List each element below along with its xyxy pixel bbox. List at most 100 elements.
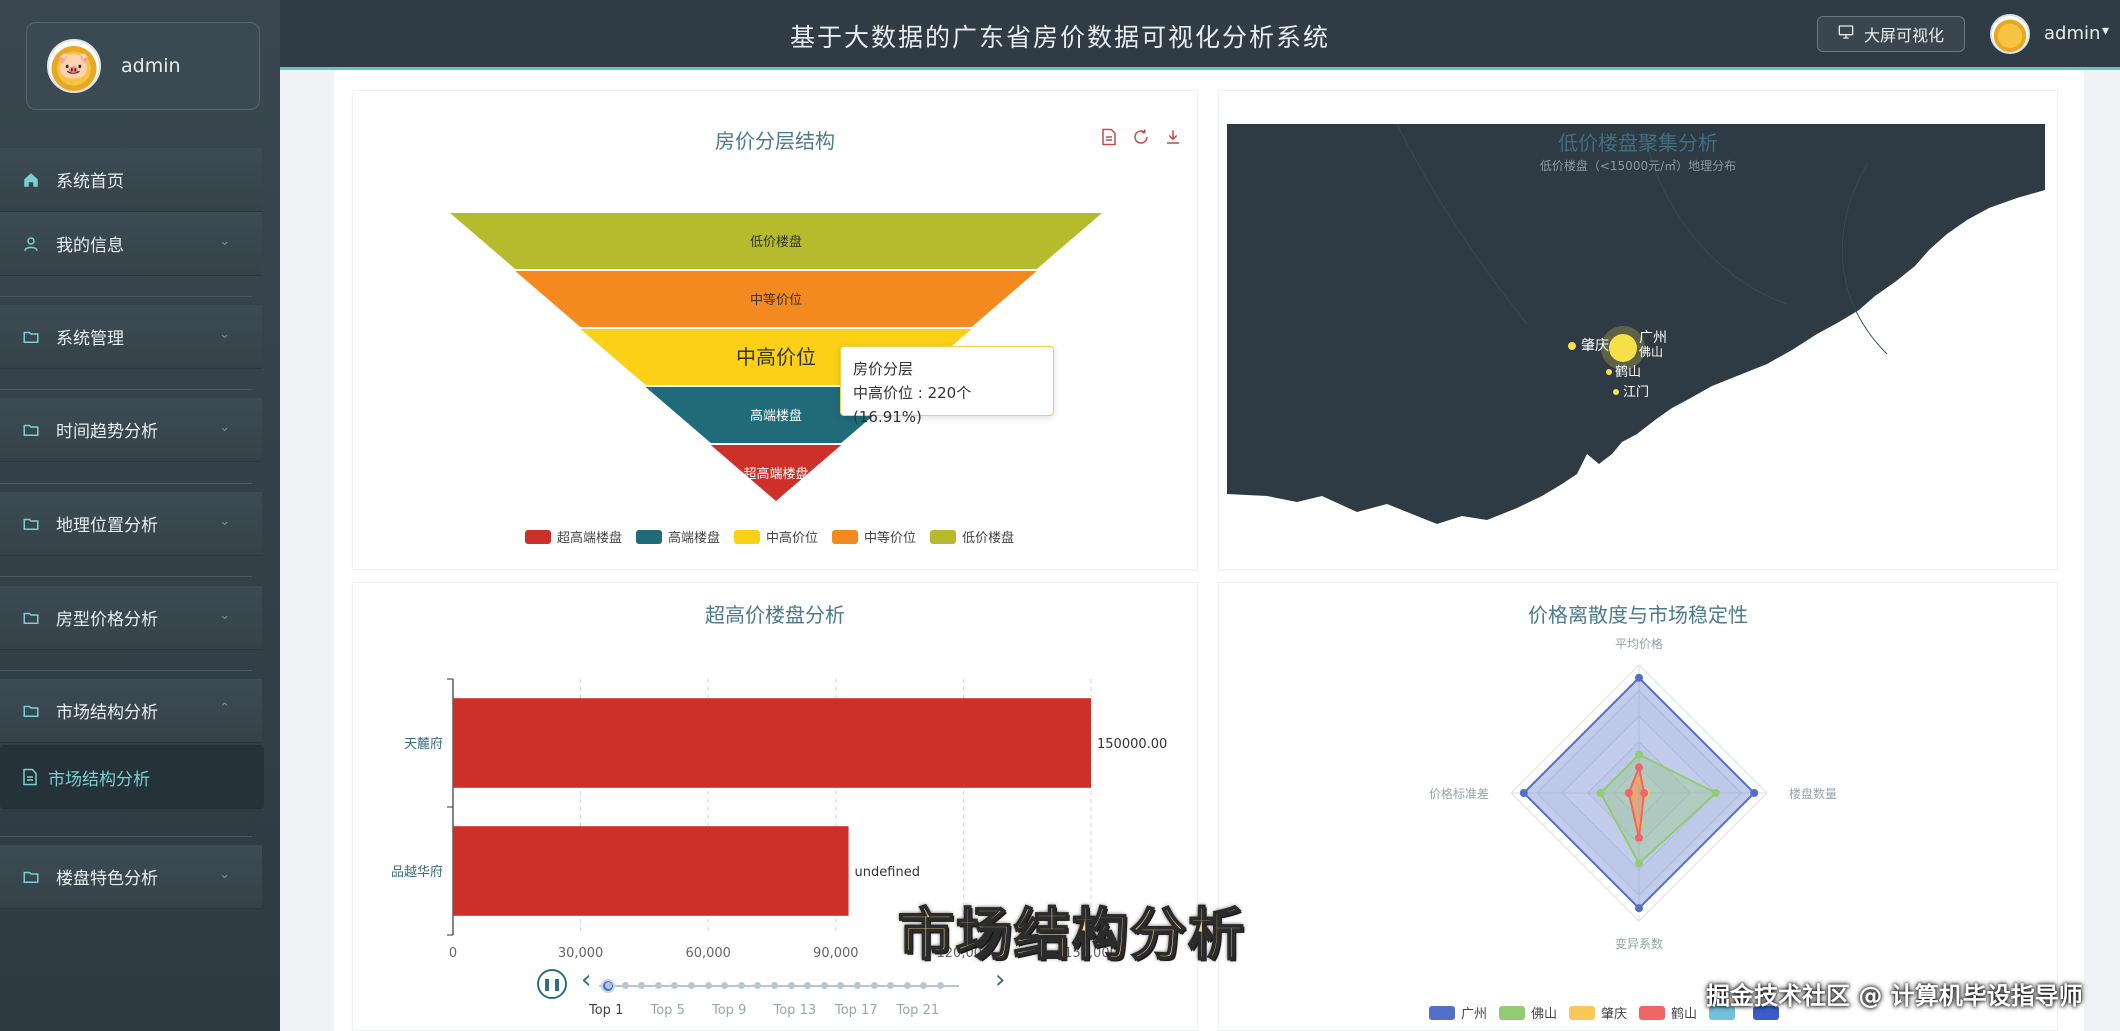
- sidebar-item-time-trend[interactable]: 时间趋势分析 ⌄: [0, 398, 262, 462]
- timeline-dot[interactable]: [721, 982, 729, 989]
- legend-item[interactable]: 鹤山: [1639, 1003, 1697, 1022]
- map-city-label: 肇庆: [1581, 338, 1609, 354]
- timeline-dot[interactable]: [688, 982, 695, 989]
- sidebar-item-system-admin[interactable]: 系统管理 ⌄: [0, 305, 262, 369]
- legend-item[interactable]: 高端楼盘: [636, 527, 720, 546]
- timeline-label[interactable]: Top 13: [774, 1003, 817, 1018]
- divider: [0, 836, 252, 837]
- sidebar-item-property-features[interactable]: 楼盘特色分析 ⌄: [0, 845, 262, 909]
- radar-point[interactable]: [1640, 789, 1649, 797]
- radar-point[interactable]: [1635, 673, 1643, 682]
- timeline-dot[interactable]: [920, 982, 928, 989]
- legend-swatch: [1639, 1005, 1666, 1020]
- legend-item[interactable]: 超高端楼盘: [525, 527, 622, 546]
- radar-point[interactable]: [1750, 789, 1759, 797]
- timeline-dot[interactable]: [605, 982, 612, 989]
- home-icon: [20, 169, 42, 191]
- folder-icon: [20, 326, 42, 348]
- timeline-dot[interactable]: [837, 982, 845, 989]
- header-avatar[interactable]: [1990, 14, 2030, 54]
- legend-label: 广州: [1461, 1007, 1488, 1022]
- sidebar-item-geo[interactable]: 地理位置分析 ⌄: [0, 492, 262, 556]
- timeline-dot[interactable]: [854, 982, 861, 989]
- timeline-dot[interactable]: [787, 982, 795, 989]
- big-screen-button[interactable]: 大屏可视化: [1817, 16, 1965, 52]
- timeline-dot[interactable]: [937, 982, 944, 989]
- radar-point[interactable]: [1635, 859, 1643, 868]
- funnel-chart: 低价楼盘中等价位中高价位高端楼盘超高端楼盘: [450, 213, 1102, 501]
- radar-point[interactable]: [1624, 789, 1633, 797]
- radar-point[interactable]: [1635, 763, 1643, 772]
- timeline-label[interactable]: Top 5: [651, 1003, 685, 1018]
- legend-item[interactable]: 广州: [1429, 1003, 1487, 1022]
- sidebar-item-label: 市场结构分析: [56, 703, 158, 723]
- avatar: 🐷: [47, 39, 101, 93]
- radar-point[interactable]: [1711, 789, 1720, 797]
- chevron-down-icon: ⌄: [219, 608, 230, 623]
- page-title: 基于大数据的广东省房价数据可视化分析系统: [789, 23, 1330, 52]
- map-title: 低价楼盘聚集分析: [1558, 131, 1718, 155]
- timeline-dot[interactable]: [621, 982, 629, 989]
- radar-point[interactable]: [1635, 904, 1643, 913]
- radar-indicator-label: 变异系数: [1615, 936, 1663, 951]
- timeline-dot[interactable]: [887, 982, 895, 989]
- timeline-label[interactable]: Top 9: [712, 1003, 746, 1018]
- map-city-label: 广州: [1639, 330, 1667, 346]
- bar[interactable]: [453, 826, 849, 916]
- timeline-dot[interactable]: [704, 982, 712, 989]
- timeline-label[interactable]: Top 21: [897, 1003, 940, 1018]
- timeline-label[interactable]: Top 17: [835, 1003, 878, 1018]
- legend-item[interactable]: 中高价位: [734, 527, 818, 546]
- timeline-dot[interactable]: [820, 982, 828, 989]
- pause-icon[interactable]: ❚❚: [537, 969, 567, 999]
- radar-point[interactable]: [1635, 750, 1643, 759]
- timeline-dot[interactable]: [870, 982, 878, 989]
- sidebar-user-card[interactable]: 🐷 admin: [26, 22, 260, 110]
- caret-down-icon[interactable]: ▾: [2102, 23, 2109, 39]
- timeline-dot[interactable]: [903, 982, 911, 989]
- legend-swatch: [1569, 1005, 1596, 1020]
- sidebar-item-label: 时间趋势分析: [56, 422, 158, 442]
- timeline-dot[interactable]: [654, 982, 662, 989]
- radar-point[interactable]: [1519, 789, 1528, 797]
- timeline-dot[interactable]: [638, 982, 646, 989]
- sidebar-item-my-info[interactable]: 我的信息 ⌄: [0, 212, 262, 276]
- map-point-heshan: [1606, 369, 1612, 375]
- sidebar-subitem-market-structure[interactable]: 市场结构分析: [0, 745, 264, 809]
- map-point-jiangmen: [1613, 389, 1619, 395]
- folder-icon: [20, 513, 42, 535]
- timeline-dot[interactable]: [671, 982, 679, 989]
- sidebar-item-label: 我的信息: [56, 236, 124, 256]
- legend-item[interactable]: 低价楼盘: [930, 527, 1014, 546]
- timeline-dot[interactable]: [771, 982, 778, 989]
- funnel-tooltip: 房价分层 中高价位 : 220个 (16.91%): [840, 346, 1054, 426]
- legend-item[interactable]: 中等价位: [832, 527, 916, 546]
- chevron-up-icon: ⌃: [219, 701, 230, 716]
- sidebar-item-room-price[interactable]: 房型价格分析 ⌄: [0, 586, 262, 650]
- bar[interactable]: [453, 698, 1091, 788]
- header-user-name[interactable]: admin: [2044, 23, 2100, 44]
- timeline-dot[interactable]: [804, 982, 812, 989]
- legend-item[interactable]: 肇庆: [1569, 1003, 1627, 1022]
- map-city-label: 江门: [1623, 385, 1649, 400]
- sidebar-item-home[interactable]: 系统首页: [0, 148, 262, 212]
- timeline-label[interactable]: Top 1: [589, 1003, 623, 1018]
- sidebar-item-market-structure[interactable]: 市场结构分析 ⌃: [0, 679, 262, 743]
- radar-point[interactable]: [1635, 833, 1643, 842]
- radar-chart: 平均价格楼盘数量变异系数 价格标准差: [1429, 636, 1837, 951]
- funnel-label: 中高价位: [736, 345, 816, 369]
- divider: [0, 576, 252, 577]
- bar-value-label: undefined: [855, 865, 920, 880]
- prev-icon[interactable]: ‹: [581, 965, 591, 995]
- radar-point[interactable]: [1596, 789, 1605, 797]
- x-tick-label: 0: [449, 946, 457, 961]
- timeline-dot[interactable]: [754, 982, 762, 989]
- radar-card: 价格离散度与市场稳定性 平均价格 楼盘数量 变异系数 价格标准差 广州 佛山 肇庆 鹤山: [1218, 582, 2058, 1031]
- funnel-legend: 超高端楼盘 高端楼盘 中高价位 中等价位 低价楼盘: [525, 527, 1014, 546]
- folder-icon: [20, 866, 42, 888]
- legend-item[interactable]: 佛山: [1499, 1003, 1557, 1022]
- y-category-label: 天麓府: [404, 737, 443, 752]
- x-tick-label: 60,000: [685, 946, 731, 961]
- timeline-dot[interactable]: [737, 982, 745, 989]
- funnel-label: 中等价位: [750, 292, 802, 308]
